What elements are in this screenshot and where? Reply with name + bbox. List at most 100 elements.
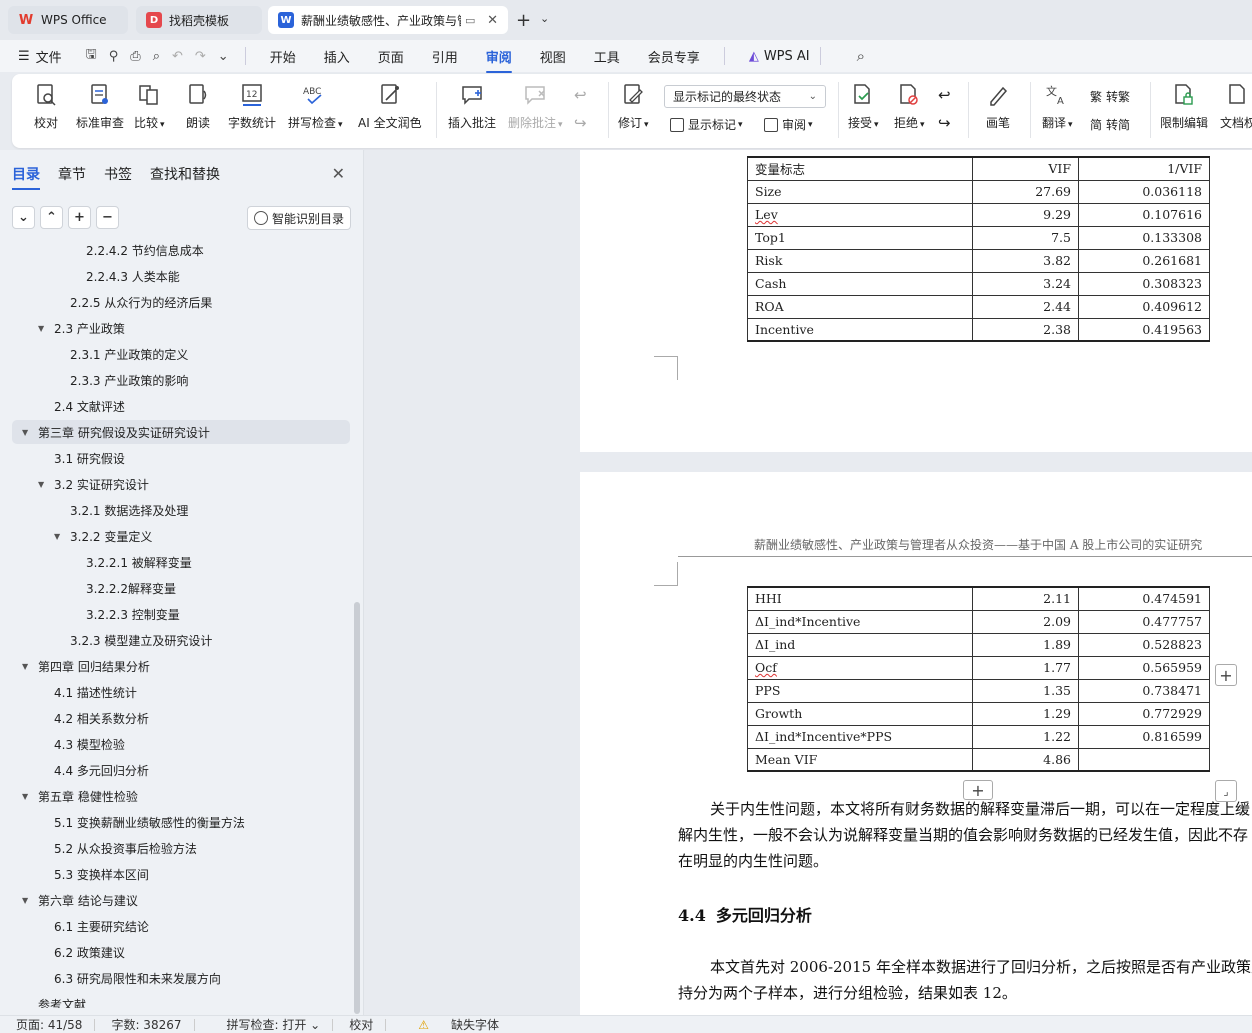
panel-tab-toc[interactable]: 目录 [12,164,40,190]
print-icon[interactable]: ⎙ [130,49,140,64]
tab-view[interactable]: 视图 [540,47,566,66]
table-cell[interactable]: 3.82 [972,248,1079,273]
table-cell[interactable]: 变量标志 [747,156,973,181]
track-changes-button[interactable]: 修订 ▾ [618,82,649,131]
toc-item[interactable]: 4.4 多元回归分析 [12,758,350,782]
paragraph-endogeneity[interactable]: 关于内生性问题，本文将所有财务数据的解释变量滞后一期，可以在一定程度上缓 解内生… [678,796,1252,874]
accept-button[interactable]: 接受 ▾ [848,82,879,131]
toc-item[interactable]: 5.2 从众投资事后检验方法 [12,836,350,860]
tab-member[interactable]: 会员专享 [648,47,700,66]
toc-item[interactable]: ▼ 3.2 实证研究设计 [12,472,350,496]
next-comment-icon[interactable]: ↪ [574,114,587,132]
table-cell[interactable]: 0.261681 [1078,248,1210,273]
delete-comment-button[interactable]: 删除批注 ▾ [508,82,563,131]
search-icon[interactable]: ⌕ [857,47,865,65]
table-cell[interactable]: Size [747,179,973,204]
toc-item[interactable]: 3.2.3 模型建立及研究设计 [12,628,350,652]
table-cell[interactable]: 0.036118 [1078,179,1210,204]
toc-item[interactable]: 2.2.5 从众行为的经济后果 [12,290,350,314]
table-cell[interactable]: 2.38 [972,317,1079,342]
save-icon[interactable]: 🖫 [86,45,97,67]
table-cell[interactable]: 0.107616 [1078,202,1210,227]
expand-down-icon[interactable]: ⌄ [12,206,35,229]
ai-polish-button[interactable]: AI 全文润色 [358,82,422,131]
toc-item[interactable]: 2.4 文献评述 [12,394,350,418]
toc-item[interactable]: ▼ 第五章 稳健性检验 [12,784,350,808]
expand-triangle-icon[interactable]: ▼ [22,662,28,671]
table-cell[interactable]: 0.308323 [1078,271,1210,296]
table-cell[interactable]: 1.22 [972,724,1079,749]
proofread-button[interactable]: 校对 [34,82,58,131]
standard-review-button[interactable]: 标准审查 [76,82,124,131]
table-cell[interactable]: 4.86 [972,747,1079,772]
tab-document[interactable]: W 薪酬业绩敏感性、产业政策与管理者从众投资 ▭ ✕ [268,6,508,34]
table-cell[interactable]: 0.772929 [1078,701,1210,726]
table-cell[interactable]: 0.738471 [1078,678,1210,703]
toc-item[interactable]: 4.1 描述性统计 [12,680,350,704]
new-tab-icon[interactable]: + [516,10,531,31]
translate-button[interactable]: 文A 翻译 ▾ [1042,82,1073,131]
panel-tab-find-replace[interactable]: 查找和替换 [150,164,220,184]
tab-home[interactable]: 开始 [270,47,296,66]
toc-item[interactable]: 3.1 研究假设 [12,446,350,470]
tab-wps-office[interactable]: W WPS Office [8,6,128,34]
insert-comment-button[interactable]: 插入批注 [448,82,496,131]
expand-triangle-icon[interactable]: ▼ [54,532,60,541]
expand-triangle-icon[interactable]: ▼ [38,480,44,489]
to-simplified-button[interactable]: 简 转简 [1090,116,1130,133]
tab-references[interactable]: 引用 [432,47,458,66]
toc-item[interactable]: 2.2.4.3 人类本能 [12,264,350,288]
read-aloud-button[interactable]: 朗读 [186,82,210,131]
more-chevron-icon[interactable]: ⌄ [218,49,229,64]
next-change-icon[interactable]: ↪ [938,114,951,132]
remove-icon[interactable]: − [96,206,119,229]
table-cell[interactable]: 0.133308 [1078,225,1210,250]
prev-change-icon[interactable]: ↩ [938,86,951,104]
expand-triangle-icon[interactable]: ▼ [38,324,44,333]
missing-font-indicator[interactable]: ⚠ 缺失字体 [402,1016,499,1033]
expand-triangle-icon[interactable]: ▼ [22,896,28,905]
table-cell[interactable]: ROA [747,294,973,319]
section-heading[interactable]: 4.4 多元回归分析 [678,902,812,926]
toc-item[interactable]: 4.3 模型检验 [12,732,350,756]
toc-item[interactable]: 6.3 研究局限性和未来发展方向 [12,966,350,990]
to-traditional-button[interactable]: 繁 转繁 [1090,88,1130,105]
toc-item[interactable]: 3.2.2.1 被解释变量 [12,550,350,574]
add-icon[interactable]: + [68,206,91,229]
word-count-button[interactable]: 12 字数统计 [228,82,276,131]
restrict-edit-button[interactable]: 限制编辑 [1160,82,1208,131]
page-indicator[interactable]: 页面: 41/58 [16,1016,82,1033]
compare-button[interactable]: 比较 ▾ [134,82,165,131]
pen-button[interactable]: 画笔 [986,82,1010,131]
prev-comment-icon[interactable]: ↩ [574,86,587,104]
panel-tab-bookmarks[interactable]: 书签 [104,164,132,184]
table-cell[interactable]: ΔI_ind*Incentive*PPS [747,724,973,749]
toc-item[interactable]: 6.1 主要研究结论 [12,914,350,938]
tab-tools[interactable]: 工具 [594,47,620,66]
table-cell[interactable]: Lev [747,202,973,227]
table-cell[interactable]: Growth [747,701,973,726]
table-cell[interactable]: HHI [747,586,973,611]
show-markup-button[interactable]: 显示标记 ▾ [670,116,743,133]
close-icon[interactable]: ✕ [487,13,498,28]
toc-item[interactable]: ▼ 第三章 研究假设及实证研究设计 [12,420,350,444]
toc-item[interactable]: 5.1 变换薪酬业绩敏感性的衡量方法 [12,810,350,834]
doc-permission-button[interactable]: 文档权 [1220,82,1252,131]
toc-item[interactable]: 3.2.2.3 控制变量 [12,602,350,626]
chevron-down-icon[interactable]: ⌄ [540,12,549,25]
expand-triangle-icon[interactable]: ▼ [22,428,28,437]
table-cell[interactable]: 7.5 [972,225,1079,250]
tab-review[interactable]: 审阅 [485,47,512,73]
tab-insert[interactable]: 插入 [324,47,350,66]
table-cell[interactable]: 0.565959 [1078,655,1210,680]
toc-item[interactable]: 3.2.2.2解释变量 [12,576,350,600]
table-cell[interactable]: VIF [972,156,1079,181]
collapse-up-icon[interactable]: ⌃ [40,206,63,229]
toc-item[interactable]: ▼ 第六章 结论与建议 [12,888,350,912]
tab-daoke-templates[interactable]: D 找稻壳模板 [136,6,262,34]
toc-item[interactable]: 3.2.1 数据选择及处理 [12,498,350,522]
reject-button[interactable]: 拒绝 ▾ [894,82,925,131]
table-cell[interactable]: Ocf [747,655,973,680]
table-cell[interactable]: 0.477757 [1078,609,1210,634]
panel-tab-sections[interactable]: 章节 [58,164,86,184]
